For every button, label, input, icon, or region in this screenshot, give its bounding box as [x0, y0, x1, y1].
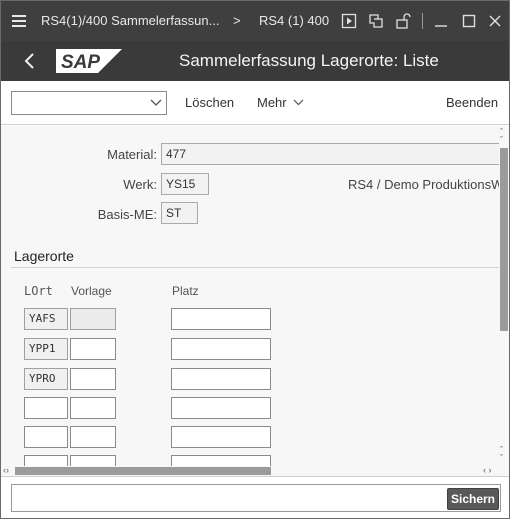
lort-input[interactable] [24, 397, 68, 419]
more-button[interactable]: Mehr [257, 81, 304, 125]
vorlage-input[interactable] [70, 397, 116, 419]
delete-button[interactable]: Löschen [185, 81, 234, 125]
svg-text:SAP: SAP [61, 52, 100, 73]
lock-icon[interactable] [395, 13, 411, 29]
scroll-up-icon[interactable]: ˇ [500, 136, 503, 145]
lort-cell[interactable]: YPRO [24, 368, 68, 390]
material-label: Material: [107, 147, 157, 162]
column-header-lort: LOrt [24, 284, 53, 298]
app-header: SAP Sammelerfassung Lagerorte: Liste [1, 41, 509, 81]
sap-logo: SAP [56, 49, 122, 73]
play-icon[interactable] [341, 13, 357, 29]
platz-input[interactable] [171, 397, 271, 419]
platz-input[interactable] [171, 426, 271, 448]
lort-input[interactable] [24, 455, 68, 466]
title-separator [422, 13, 423, 29]
horizontal-scroll-thumb[interactable] [15, 467, 271, 475]
lort-cell[interactable]: YAFS [24, 308, 68, 330]
scroll-right-icon[interactable]: ‹ › [483, 466, 492, 475]
menu-icon[interactable] [9, 1, 31, 41]
platz-input[interactable] [171, 455, 271, 466]
section-title-lagerorte: Lagerorte [14, 248, 74, 264]
column-header-platz: Platz [172, 284, 199, 298]
horizontal-scrollbar[interactable]: ‹› ‹ › [1, 466, 509, 476]
toolbar: Löschen Mehr Beenden [1, 81, 509, 125]
main-content: Material: 477 Werk: YS15 RS4 / Demo Prod… [1, 126, 499, 466]
vorlage-input[interactable] [70, 338, 116, 360]
footer-bar: Sichern [1, 476, 509, 518]
system-label: RS4 (1) 400 [259, 13, 330, 28]
platz-input[interactable] [171, 308, 271, 330]
plant-description: RS4 / Demo ProduktionsWe [348, 177, 499, 192]
action-dropdown[interactable] [11, 91, 167, 115]
vorlage-input[interactable] [70, 368, 116, 390]
lort-cell[interactable]: YPP1 [24, 338, 68, 360]
material-field[interactable]: 477 [161, 143, 499, 165]
platz-input[interactable] [171, 338, 271, 360]
title-chevron: > [233, 13, 241, 28]
scroll-left-icon[interactable]: ‹› [3, 466, 9, 475]
chevron-down-icon [150, 99, 162, 106]
maximize-icon[interactable] [461, 13, 477, 29]
chevron-down-icon [293, 99, 304, 106]
vertical-scroll-thumb[interactable] [500, 148, 508, 331]
vorlage-input[interactable] [70, 426, 116, 448]
more-label: Mehr [257, 95, 287, 110]
minimize-icon[interactable] [433, 13, 449, 29]
vertical-scrollbar[interactable]: ˆ ˇ ˆ ˇ [499, 126, 509, 466]
column-header-vorlage: Vorlage [71, 284, 112, 298]
back-icon[interactable] [21, 51, 39, 71]
layout-icon[interactable] [368, 13, 384, 29]
sap-window: RS4(1)/400 Sammelerfassun... > RS4 (1) 4… [0, 0, 510, 519]
save-button[interactable]: Sichern [447, 488, 499, 510]
lort-input[interactable] [24, 426, 68, 448]
close-icon[interactable] [487, 13, 503, 29]
plant-label: Werk: [123, 177, 157, 192]
status-bar [11, 484, 501, 512]
uom-field[interactable]: ST [161, 202, 198, 224]
uom-label: Basis-ME: [97, 207, 157, 222]
exit-button[interactable]: Beenden [446, 81, 498, 125]
section-divider [11, 267, 499, 268]
page-title: Sammelerfassung Lagerorte: Liste [179, 51, 439, 70]
vorlage-input[interactable] [70, 455, 116, 466]
vorlage-cell[interactable] [70, 308, 116, 330]
scroll-down-icon[interactable]: ˇ [500, 454, 503, 463]
plant-field[interactable]: YS15 [161, 173, 209, 195]
window-title: RS4(1)/400 Sammelerfassun... [41, 13, 220, 28]
title-bar: RS4(1)/400 Sammelerfassun... > RS4 (1) 4… [1, 1, 509, 41]
platz-input[interactable] [171, 368, 271, 390]
